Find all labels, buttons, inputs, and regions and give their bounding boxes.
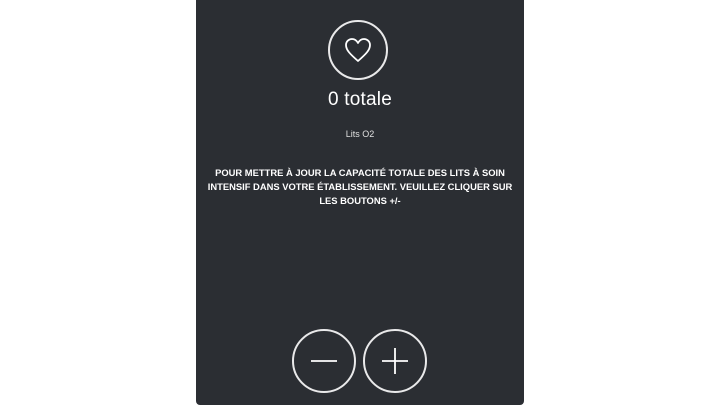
- plus-icon: [382, 348, 408, 374]
- heart-badge: [328, 20, 388, 80]
- heart-icon: [345, 38, 371, 62]
- instructions-text: POUR METTRE À JOUR LA CAPACITÉ TOTALE DE…: [207, 167, 513, 206]
- minus-icon: [311, 360, 337, 362]
- page: 0 totale Lits O2 POUR METTRE À JOUR LA C…: [0, 0, 720, 405]
- decrement-button[interactable]: [292, 329, 356, 393]
- increment-button[interactable]: [363, 329, 427, 393]
- bed-type-label: Lits O2: [345, 129, 375, 139]
- total-count: 0 totale: [328, 89, 392, 110]
- bed-capacity-panel: 0 totale Lits O2 POUR METTRE À JOUR LA C…: [196, 0, 524, 405]
